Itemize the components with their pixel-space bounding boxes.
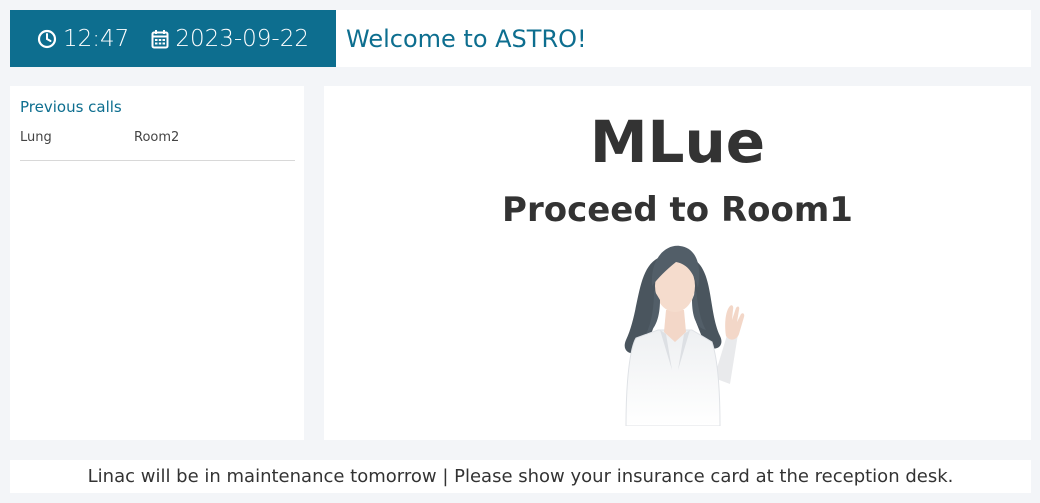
call-room: Room2 (134, 130, 180, 145)
call-group: Lung (20, 130, 52, 145)
ticker-text: Linac will be in maintenance tomorrow | … (87, 466, 954, 487)
calendar-icon (151, 29, 169, 48)
current-time: 12:47 (63, 25, 130, 52)
previous-calls-title: Previous calls (20, 98, 122, 116)
current-call-panel: MLue Proceed to Room1 (324, 86, 1031, 440)
clock-icon (37, 29, 57, 48)
welcome-banner: Welcome to ASTRO! (336, 10, 1031, 67)
previous-calls-panel: Previous calls Lung Room2 (10, 86, 304, 440)
room-instruction: Proceed to Room1 (502, 190, 853, 230)
current-date: 2023-09-22 (175, 25, 309, 52)
date-group: 2023-09-22 (151, 26, 309, 52)
welcome-text: Welcome to ASTRO! (346, 24, 587, 53)
patient-name: MLue (589, 108, 766, 176)
clock-date-bar: 12:47 2023-09-22 (10, 10, 336, 67)
announcement-ticker: Linac will be in maintenance tomorrow | … (10, 460, 1031, 493)
waving-staff-illustration (624, 245, 745, 426)
time-group: 12:47 (37, 26, 129, 52)
list-item: Lung Room2 (20, 130, 295, 161)
